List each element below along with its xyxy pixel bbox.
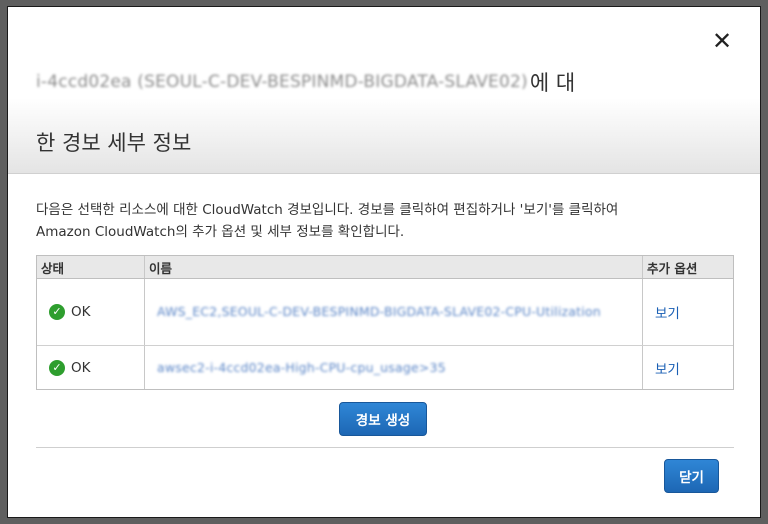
description-line-2: Amazon CloudWatch의 추가 옵션 및 세부 정보를 확인합니다. [36,224,405,240]
header-status: 상태 [37,256,145,278]
table-row: ✓ OK AWS_EC2,SEOUL-C-DEV-BESPINMD-BIGDAT… [37,279,733,346]
status-text: OK [71,304,91,320]
status-cell: ✓ OK [37,279,145,345]
check-circle-icon: ✓ [49,359,65,376]
close-button[interactable]: 닫기 [664,459,719,493]
dialog-header: ✕ i-4ccd02ea (SEOUL-C-DEV-BESPINMD-BIGDA… [8,7,760,174]
view-link[interactable]: 보기 [643,302,680,322]
header-options: 추가 옵션 [647,260,698,276]
check-circle-icon: ✓ [49,304,65,320]
options-cell: 보기 [643,346,733,389]
alarm-name-link[interactable]: AWS_EC2,SEOUL-C-DEV-BESPINMD-BIGDATA-SLA… [157,302,601,322]
alarm-name-cell: awsec2-i-4ccd02ea-High-CPU-cpu_usage>35 [145,346,643,389]
alarms-table: 상태 이름 추가 옵션 ✓ OK AWS_EC2,SEOUL-C-DEV-BES… [36,255,734,390]
alarm-details-dialog: ✕ i-4ccd02ea (SEOUL-C-DEV-BESPINMD-BIGDA… [7,6,761,518]
header-name: 이름 [145,256,643,278]
dialog-description: 다음은 선택한 리소스에 대한 CloudWatch 경보입니다. 경보를 클릭… [36,199,736,243]
title-suffix: 에 대 [529,71,576,95]
options-cell: 보기 [643,279,733,345]
footer-divider [36,447,734,448]
table-row: ✓ OK awsec2-i-4ccd02ea-High-CPU-cpu_usag… [37,346,733,389]
instance-name-blurred: i-4ccd02ea (SEOUL-C-DEV-BESPINMD-BIGDATA… [36,72,528,92]
view-link[interactable]: 보기 [643,358,680,378]
alarm-name-cell: AWS_EC2,SEOUL-C-DEV-BESPINMD-BIGDATA-SLA… [145,279,643,345]
table-header: 상태 이름 추가 옵션 [37,256,733,279]
status-text: OK [71,359,91,376]
dialog-title-line2: 한 경보 세부 정보 [36,131,192,155]
close-icon[interactable]: ✕ [710,29,734,53]
description-line-1: 다음은 선택한 리소스에 대한 CloudWatch 경보입니다. 경보를 클릭… [36,202,619,218]
status-cell: ✓ OK [37,346,145,389]
alarm-name-link[interactable]: awsec2-i-4ccd02ea-High-CPU-cpu_usage>35 [157,358,446,378]
create-alarm-button[interactable]: 경보 생성 [339,402,427,436]
dialog-title-line1: i-4ccd02ea (SEOUL-C-DEV-BESPINMD-BIGDATA… [36,67,575,97]
